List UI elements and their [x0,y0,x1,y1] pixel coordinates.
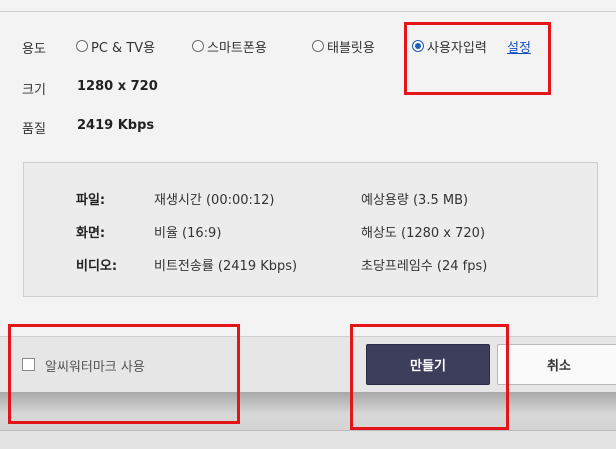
screen-key: 화면: [76,226,106,241]
highlight-box-make-button [350,324,509,430]
fps-value: 초당프레임수 (24 fps) [361,259,488,274]
quality-value: 2419 Kbps [77,118,155,133]
expected-size-value: 예상용량 (3.5 MB) [361,193,469,208]
resolution-value: 해상도 (1280 x 720) [361,226,486,241]
radio-tablet[interactable]: 태블릿용 [312,37,375,56]
file-key: 파일: [76,193,106,208]
radio-pc-tv[interactable]: PC & TV용 [76,37,156,56]
cancel-button[interactable]: 취소 [497,344,616,385]
radio-circle-icon [192,40,204,52]
video-key: 비디오: [76,259,118,274]
radio-tablet-label: 태블릿용 [327,40,375,56]
usage-label: 용도 [22,42,46,57]
radio-smartphone-label: 스마트폰용 [207,40,267,56]
radio-pc-tv-label: PC & TV용 [91,40,156,56]
radio-smartphone[interactable]: 스마트폰용 [192,37,267,56]
background-window-edge [0,430,616,449]
dialog-top-edge [0,0,616,12]
highlight-box-custom-input [404,22,551,95]
bitrate-value: 비트전송률 (2419 Kbps) [154,259,298,274]
info-panel: 파일: 재생시간 (00:00:12) 예상용량 (3.5 MB) 화면: 비율… [23,162,598,297]
radio-circle-icon [312,40,324,52]
size-label: 크기 [22,83,46,98]
radio-circle-icon [76,40,88,52]
size-value: 1280 x 720 [77,79,158,94]
highlight-box-watermark [8,324,240,424]
duration-value: 재생시간 (00:00:12) [154,193,275,208]
quality-label: 품질 [22,122,46,137]
ratio-value: 비율 (16:9) [154,226,222,241]
